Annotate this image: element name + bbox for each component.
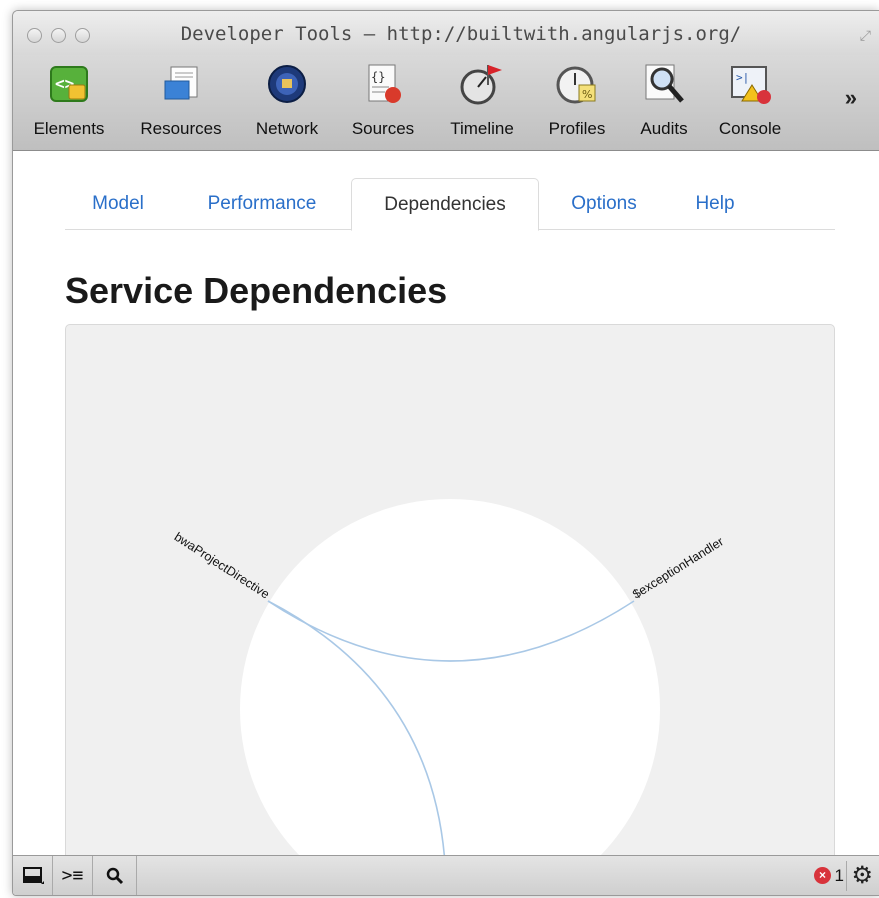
graph-circle: [240, 499, 660, 856]
timeline-icon: [460, 65, 502, 105]
graph-node-label[interactable]: bwaProjectDirective: [172, 530, 272, 602]
svg-text:%: %: [582, 88, 592, 101]
toolbar-sources-button[interactable]: {} Sources: [343, 55, 423, 151]
toolbar-console-button[interactable]: >| Console: [707, 55, 793, 151]
search-button[interactable]: [93, 856, 137, 895]
toolbar-label: Resources: [140, 119, 222, 138]
toolbar-overflow-button[interactable]: »: [845, 85, 857, 111]
panel-content: Model Performance Dependencies Options H…: [13, 152, 879, 856]
toolbar-label: Timeline: [450, 119, 514, 138]
resources-icon: [164, 66, 198, 100]
tab-bar: Model Performance Dependencies Options H…: [65, 178, 835, 231]
dependency-graph-svg: bwaProjectDirective $exceptionHandler: [172, 499, 726, 856]
svg-text:>|: >|: [736, 71, 749, 84]
error-icon[interactable]: ×: [814, 867, 831, 884]
toolbar-label: Console: [718, 119, 782, 138]
panel-toolbar: <> Elements Resources Network {} Sources…: [13, 55, 879, 151]
toolbar-label: Audits: [640, 119, 688, 138]
title-bar: Developer Tools – http://builtwith.angul…: [13, 11, 879, 55]
toolbar-label: Elements: [33, 119, 105, 138]
devtools-window: Developer Tools – http://builtwith.angul…: [12, 10, 879, 896]
toolbar-audits-button[interactable]: Audits: [625, 55, 703, 151]
toolbar-elements-button[interactable]: <> Elements: [23, 55, 115, 151]
tab-help[interactable]: Help: [671, 178, 759, 230]
status-bar: >≡ × 1 ⚙: [13, 855, 879, 895]
dependency-graph: bwaProjectDirective $exceptionHandler: [65, 324, 835, 856]
error-count[interactable]: 1: [835, 866, 844, 886]
gear-icon[interactable]: ⚙: [846, 861, 873, 891]
console-icon: >|: [731, 66, 771, 104]
dock-toggle-button[interactable]: [13, 856, 53, 895]
toolbar-profiles-button[interactable]: % Profiles: [537, 55, 617, 151]
svg-text:{}: {}: [371, 70, 385, 84]
profiles-icon: %: [556, 66, 596, 104]
console-drawer-button[interactable]: >≡: [53, 856, 93, 895]
network-icon: [268, 65, 306, 103]
search-icon: [106, 867, 123, 885]
toolbar-label: Sources: [351, 119, 415, 138]
fullscreen-icon[interactable]: ⤢: [860, 27, 871, 44]
toolbar-timeline-button[interactable]: Timeline: [437, 55, 527, 151]
sources-icon: {}: [368, 64, 401, 103]
toolbar-resources-button[interactable]: Resources: [131, 55, 231, 151]
elements-icon: <>: [50, 66, 88, 102]
graph-node-label[interactable]: $exceptionHandler: [630, 534, 726, 601]
tab-performance[interactable]: Performance: [183, 178, 341, 230]
page-title: Service Dependencies: [65, 270, 448, 311]
dock-icon: [22, 867, 44, 884]
window-title: Developer Tools – http://builtwith.angul…: [180, 23, 742, 45]
toolbar-network-button[interactable]: Network: [245, 55, 329, 151]
toolbar-label: Network: [255, 119, 319, 138]
toolbar-label: Profiles: [548, 119, 606, 138]
console-prompt-icon: >≡: [61, 865, 84, 886]
tab-options[interactable]: Options: [551, 178, 657, 230]
tab-model[interactable]: Model: [65, 178, 171, 230]
tab-dependencies[interactable]: Dependencies: [351, 178, 539, 231]
audits-icon: [645, 64, 684, 103]
